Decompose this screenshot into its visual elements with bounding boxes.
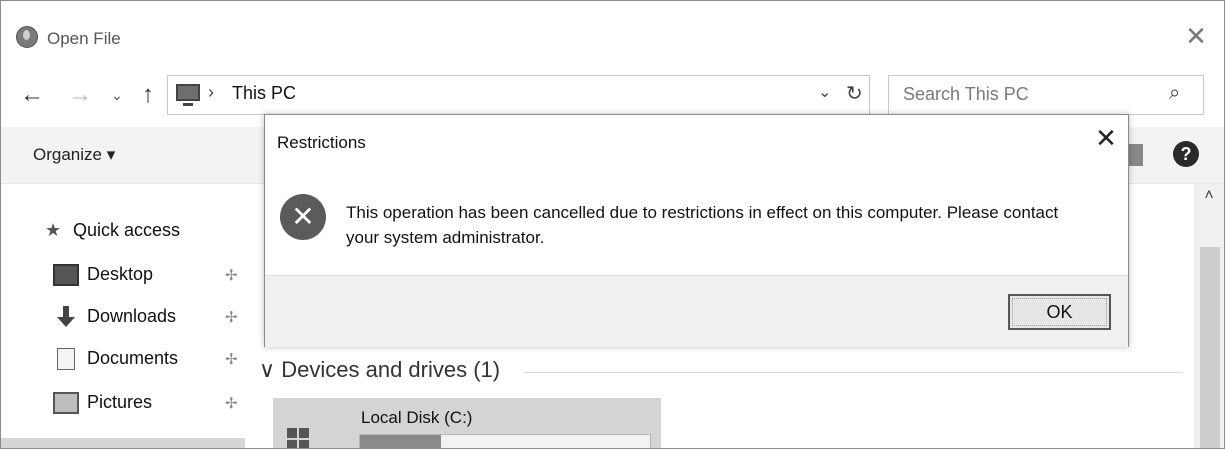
pictures-icon [53,392,79,414]
app-icon [16,26,38,48]
open-file-window: Open File ✕ ← → ⌄ ↑ › This PC ⌄ ↻ Search… [0,0,1225,449]
help-icon[interactable]: ? [1173,141,1199,167]
drive-name: Local Disk (C:) [361,408,473,427]
desktop-icon [53,264,79,286]
dialog-button-bar: OK [265,275,1128,347]
group-divider [523,372,1183,373]
address-bar[interactable]: › This PC ⌄ ↻ [167,75,870,115]
drive-usage-bar [359,434,651,448]
document-icon [57,348,75,370]
window-title: Open File [47,29,121,48]
address-dropdown-chevron-icon[interactable]: ⌄ [818,82,831,102]
drive-usage-fill [360,435,442,448]
back-arrow-icon[interactable]: ← [15,77,49,113]
restrictions-dialog: Restrictions ✕ ✕ This operation has been… [264,114,1129,347]
group-header-label: Devices and drives (1) [281,357,501,382]
dialog-message: This operation has been cancelled due to… [346,203,1059,247]
pin-icon[interactable]: ✢ [225,350,238,368]
group-header-devices[interactable]: ∨ Devices and drives (1) [259,357,500,383]
sidebar-item-quick-access[interactable]: Quick access [73,220,180,241]
pin-icon[interactable]: ✢ [225,394,238,412]
sidebar-item-desktop[interactable]: Desktop [87,264,153,285]
star-icon: ★ [45,220,62,240]
this-pc-icon [176,84,200,106]
pin-icon[interactable]: ✢ [225,266,238,284]
pin-icon[interactable]: ✢ [225,308,238,326]
refresh-icon[interactable]: ↻ [846,81,863,106]
scrollbar-thumb[interactable] [1200,247,1220,448]
drive-tile-local-disk[interactable]: Local Disk (C:) [273,398,661,448]
dialog-close-icon[interactable]: ✕ [1091,123,1121,153]
error-icon: ✕ [280,194,326,240]
collapse-chevron-icon[interactable]: ∨ [259,357,275,382]
download-arrow-icon [53,304,79,327]
search-icon[interactable]: ⌕ [1169,82,1180,105]
up-arrow-icon[interactable]: ↑ [131,77,165,113]
sidebar-item-this-pc[interactable] [1,438,245,448]
focus-ring [1012,298,1107,326]
scroll-up-icon[interactable]: ˄ [1194,187,1224,205]
window-close-icon[interactable]: ✕ [1181,21,1211,51]
windows-logo-icon [287,428,309,448]
title-bar: Open File ✕ [1,1,1224,63]
search-placeholder: Search This PC [903,84,1029,104]
organize-menu-button[interactable]: Organize ▾ [33,145,115,165]
sidebar-item-pictures[interactable]: Pictures [87,392,152,413]
preview-pane-icon[interactable] [1129,144,1143,166]
forward-arrow-icon[interactable]: → [65,77,95,113]
ok-button[interactable]: OK [1008,294,1111,330]
sidebar-item-downloads[interactable]: Downloads [87,306,176,327]
breadcrumb-separator-icon[interactable]: › [208,82,214,103]
sidebar-item-documents[interactable]: Documents [87,348,178,369]
recent-locations-chevron-icon[interactable]: ⌄ [105,77,129,113]
breadcrumb-this-pc[interactable]: This PC [232,83,296,104]
search-input[interactable]: Search This PC ⌕ [888,75,1204,115]
navigation-pane: ★ Quick access Desktop ✢ Downloads ✢ Doc… [1,184,249,448]
dialog-title: Restrictions [277,133,366,152]
